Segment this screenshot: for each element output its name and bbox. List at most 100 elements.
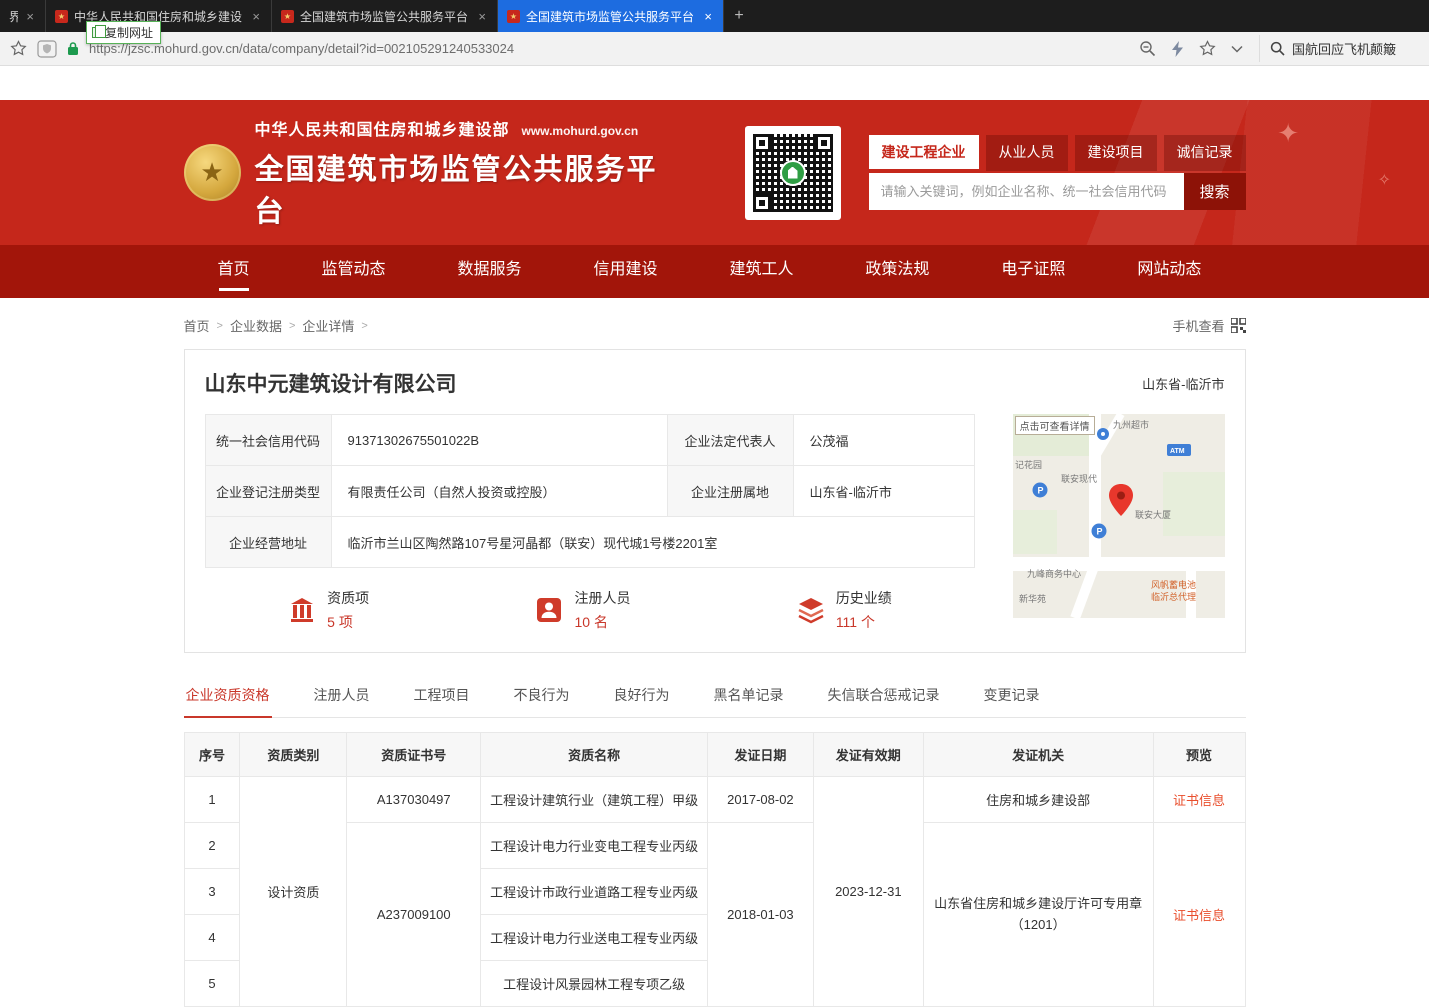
site-favicon: ★: [507, 10, 520, 23]
registration-area-value: 山东省-临沂市: [793, 466, 974, 517]
tab-projects[interactable]: 工程项目: [412, 677, 472, 717]
main-navigation: 首页 监管动态 数据服务 信用建设 建筑工人 政策法规 电子证照 网站动态: [0, 245, 1429, 298]
cell-no: 5: [184, 961, 240, 1007]
map-label: 九州超市: [1113, 419, 1149, 430]
cell-category: 设计资质: [240, 777, 347, 1007]
stat-registered-personnel[interactable]: 注册人员 10 名: [534, 588, 630, 632]
cell-no: 4: [184, 915, 240, 961]
svg-text:P: P: [1037, 486, 1043, 496]
keyword-search-input[interactable]: [869, 173, 1184, 210]
nav-item-certificates[interactable]: 电子证照: [997, 245, 1069, 295]
hot-search-box[interactable]: 国航回应飞机颠簸: [1259, 35, 1419, 62]
cell-name: 工程设计风景园林工程专项乙级: [481, 961, 708, 1007]
tab-change-records[interactable]: 变更记录: [982, 677, 1042, 717]
tab-title: 全国建筑市场监管公共服务平台: [300, 8, 470, 25]
cell-cert-no: A137030497: [347, 777, 481, 823]
certificate-info-link[interactable]: 证书信息: [1173, 793, 1225, 808]
stat-label: 资质项: [327, 588, 369, 608]
legal-person-value: 公茂福: [793, 415, 974, 466]
cell-validity: 2023-12-31: [813, 777, 923, 1007]
tab-bad-behavior[interactable]: 不良行为: [512, 677, 572, 717]
decor-star-icon: ✦: [1277, 118, 1299, 149]
cell-name: 工程设计建筑行业（建筑工程）甲级: [481, 777, 708, 823]
breadcrumb-company-data[interactable]: 企业数据: [230, 316, 282, 335]
national-emblem-icon: ★: [184, 144, 241, 201]
business-address-value: 临沂市兰山区陶然路107号星河晶都（联安）现代城1号楼2201室: [331, 517, 974, 568]
map-parking-icon: P: [1091, 524, 1106, 539]
nav-item-workers[interactable]: 建筑工人: [725, 245, 797, 295]
nav-item-site-news[interactable]: 网站动态: [1133, 245, 1205, 295]
site-banner: ✦ ✧ ✦ ★ 中华人民共和国住房和城乡建设部 www.mohurd.gov.c…: [0, 100, 1429, 245]
address-bar-actions: [1139, 40, 1243, 57]
tab-close-icon[interactable]: ×: [476, 9, 488, 24]
cell-no: 3: [184, 869, 240, 915]
tab-dishonesty-records[interactable]: 失信联合惩戒记录: [826, 677, 942, 717]
search-tab-credit[interactable]: 诚信记录: [1164, 135, 1246, 171]
cell-authority: 住房和城乡建设部: [923, 777, 1153, 823]
chevron-down-icon[interactable]: [1231, 45, 1243, 53]
layers-icon: [796, 595, 826, 625]
new-tab-button[interactable]: +: [724, 0, 754, 32]
site-brand: 中华人民共和国住房和城乡建设部 www.mohurd.gov.cn 全国建筑市场…: [255, 116, 683, 230]
copy-icon: [92, 27, 101, 38]
col-header-name: 资质名称: [481, 733, 708, 777]
hot-search-text: 国航回应飞机颠簸: [1292, 39, 1396, 58]
banner-search-area: 建设工程企业 从业人员 建设项目 诚信记录 搜索: [869, 135, 1246, 210]
stat-value: 10 名: [574, 612, 630, 632]
site-favicon: ★: [55, 10, 68, 23]
map-label: 记花园: [1015, 459, 1042, 470]
tab-blacklist[interactable]: 黑名单记录: [712, 677, 786, 717]
search-button[interactable]: 搜索: [1184, 173, 1246, 210]
search-tab-project[interactable]: 建设项目: [1075, 135, 1157, 171]
breadcrumb-separator: >: [217, 320, 223, 332]
credit-code-value: 91371302675501022B: [331, 415, 667, 466]
stat-history-performance[interactable]: 历史业绩 111 个: [796, 588, 892, 632]
nav-item-policy[interactable]: 政策法规: [861, 245, 933, 295]
tab-good-behavior[interactable]: 良好行为: [612, 677, 672, 717]
site-favicon: ★: [281, 10, 294, 23]
field-label: 企业法定代表人: [667, 415, 793, 466]
company-info-table: 统一社会信用代码 91371302675501022B 企业法定代表人 公茂福 …: [205, 414, 975, 568]
flash-mode-icon[interactable]: [1171, 41, 1184, 57]
browser-tab-partial[interactable]: 界 ×: [0, 0, 46, 32]
nav-item-home[interactable]: 首页: [214, 245, 254, 295]
cell-issue-date: 2018-01-03: [707, 823, 813, 1007]
tab-close-icon[interactable]: ×: [24, 9, 36, 24]
svg-text:P: P: [1096, 527, 1102, 537]
url-text[interactable]: https://jzsc.mohurd.gov.cn/data/company/…: [89, 41, 1129, 56]
browser-tab-active[interactable]: ★ 全国建筑市场监管公共服务平台 ×: [498, 0, 724, 32]
qualification-table: 序号 资质类别 资质证书号 资质名称 发证日期 发证有效期 发证机关 预览 1 …: [184, 732, 1246, 1007]
search-tab-personnel[interactable]: 从业人员: [986, 135, 1068, 171]
mobile-view-button[interactable]: 手机查看: [1172, 316, 1245, 335]
nav-item-credit[interactable]: 信用建设: [589, 245, 661, 295]
breadcrumb-company-detail[interactable]: 企业详情: [302, 316, 354, 335]
map-label: 联安大厦: [1135, 509, 1171, 520]
search-tab-enterprise[interactable]: 建设工程企业: [869, 135, 979, 171]
browser-tab-2[interactable]: ★ 全国建筑市场监管公共服务平台 ×: [272, 0, 498, 32]
field-label: 企业经营地址: [205, 517, 331, 568]
tab-registered-personnel[interactable]: 注册人员: [312, 677, 372, 717]
certificate-info-link[interactable]: 证书信息: [1173, 908, 1225, 923]
table-row: 1 设计资质 A137030497 工程设计建筑行业（建筑工程）甲级 2017-…: [184, 777, 1245, 823]
tab-close-icon[interactable]: ×: [702, 9, 714, 24]
nav-item-data-service[interactable]: 数据服务: [453, 245, 525, 295]
field-label: 统一社会信用代码: [205, 415, 331, 466]
stat-qualifications[interactable]: 资质项 5 项: [287, 588, 369, 632]
shield-icon[interactable]: [37, 40, 57, 58]
decor-star-icon: ✧: [1378, 170, 1391, 190]
col-header-cert-no: 资质证书号: [347, 733, 481, 777]
map-label: 九峰商务中心: [1027, 568, 1081, 579]
tab-title: 界: [9, 8, 18, 25]
copy-url-tooltip: 复制网址: [86, 21, 161, 44]
breadcrumb-home[interactable]: 首页: [184, 316, 210, 335]
bookmark-star-icon[interactable]: [10, 40, 27, 57]
company-location-map[interactable]: 点击可查看详情 ATM: [1013, 414, 1225, 618]
favorite-star-icon[interactable]: [1199, 40, 1216, 57]
nav-item-supervision[interactable]: 监管动态: [317, 245, 389, 295]
zoom-out-icon[interactable]: [1139, 40, 1156, 57]
tab-qualifications[interactable]: 企业资质资格: [184, 677, 272, 718]
tab-close-icon[interactable]: ×: [250, 9, 262, 24]
qr-code: [745, 126, 841, 220]
col-header-preview: 预览: [1153, 733, 1245, 777]
col-header-no: 序号: [184, 733, 240, 777]
